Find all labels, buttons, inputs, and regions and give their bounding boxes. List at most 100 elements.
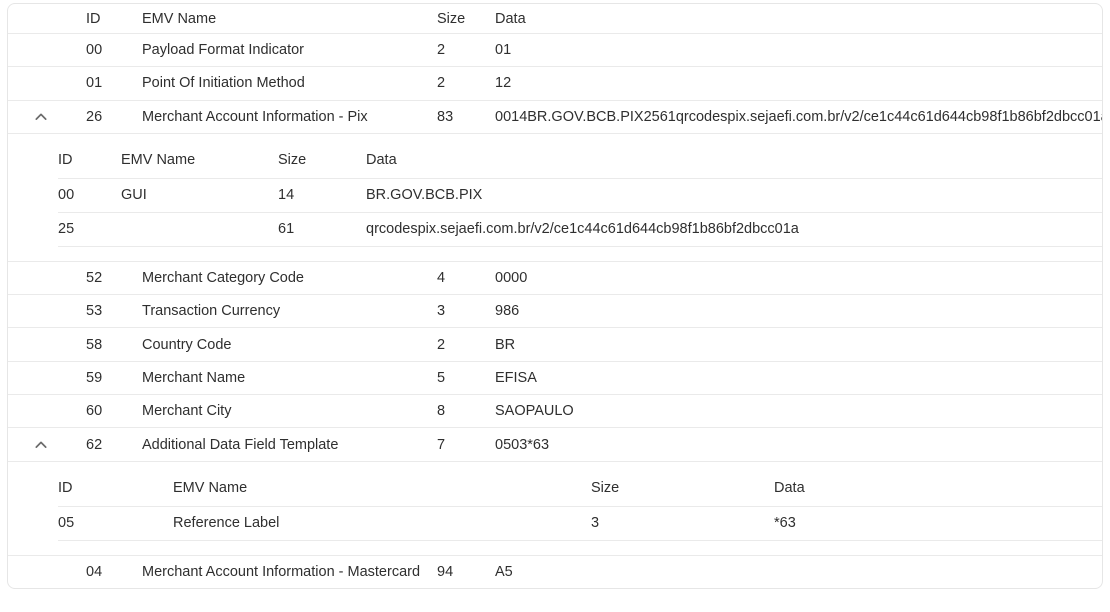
cell-data: EFISA bbox=[495, 361, 1102, 396]
table-header-row: ID EMV Name Size Data bbox=[8, 4, 1102, 34]
cell-emv-name: Merchant Category Code bbox=[142, 261, 437, 296]
chevron-up-icon[interactable] bbox=[33, 109, 49, 125]
column-header-size: Size bbox=[437, 4, 495, 34]
table-row[interactable]: 62 Additional Data Field Template 7 0503… bbox=[8, 427, 1102, 462]
nested-cell-id: 00 bbox=[58, 178, 121, 213]
cell-size: 8 bbox=[437, 394, 495, 429]
chevron-up-icon[interactable] bbox=[33, 437, 49, 453]
nested-column-header-id: ID bbox=[58, 133, 121, 179]
column-header-id: ID bbox=[86, 4, 142, 34]
cell-data: A5 bbox=[495, 563, 513, 580]
nested-column-header-size: Size bbox=[591, 461, 774, 507]
table-row[interactable]: 04 Merchant Account Information - Master… bbox=[8, 555, 1102, 588]
cell-size: 5 bbox=[437, 361, 495, 396]
nested-pad-cell bbox=[8, 462, 58, 507]
row-toggle-cell bbox=[8, 361, 86, 396]
nested-header-row: ID EMV Name Size Data bbox=[8, 133, 1102, 179]
cell-size: 2 bbox=[437, 33, 495, 68]
column-header-data: Data bbox=[495, 4, 1102, 34]
nested-table-row[interactable]: 00 GUI 14 BR.GOV.BCB.PIX bbox=[8, 178, 1102, 213]
nested-pad-cell bbox=[8, 178, 58, 212]
table-row[interactable]: 01 Point Of Initiation Method 2 12 bbox=[8, 66, 1102, 101]
row-toggle-cell[interactable] bbox=[8, 100, 86, 134]
cell-data: BR bbox=[495, 327, 1102, 362]
table-row[interactable]: 26 Merchant Account Information - Pix 83… bbox=[8, 100, 1102, 134]
nested-additional-header: ID EMV Name Size Data bbox=[8, 461, 1102, 507]
cell-id: 04 bbox=[86, 563, 103, 580]
cell-emv-name: Merchant Name bbox=[142, 361, 437, 396]
nested-wrap-pix: ID EMV Name Size Data 00 GUI 14 BR.GOV.B… bbox=[8, 133, 1102, 261]
nested-cell-emv-name bbox=[121, 212, 278, 247]
row-toggle-cell bbox=[8, 261, 86, 296]
nested-table-additional: ID EMV Name Size Data 05 Reference Label… bbox=[8, 461, 1102, 541]
row-toggle-cell bbox=[8, 33, 86, 68]
column-header-emv-name: EMV Name bbox=[142, 4, 437, 34]
table-row[interactable]: 58 Country Code 2 BR bbox=[8, 327, 1102, 362]
cell-size: 2 bbox=[437, 327, 495, 362]
cell-size: 94 bbox=[437, 563, 454, 580]
emv-table-body: 00 Payload Format Indicator 2 01 01 Poin… bbox=[8, 33, 1102, 588]
nested-cell-size: 61 bbox=[278, 212, 366, 247]
cell-id: 58 bbox=[86, 327, 142, 362]
cell-emv-name: Country Code bbox=[142, 327, 437, 362]
nested-cell-data: qrcodespix.sejaefi.com.br/v2/ce1c44c61d6… bbox=[366, 212, 1102, 247]
nested-column-header-id: ID bbox=[58, 461, 173, 507]
row-toggle-cell bbox=[8, 327, 86, 362]
cell-data: 0000 bbox=[495, 261, 1102, 296]
table-row[interactable]: 60 Merchant City 8 SAOPAULO bbox=[8, 394, 1102, 429]
cell-id: 60 bbox=[86, 394, 142, 429]
nested-cell-id: 05 bbox=[58, 506, 173, 541]
nested-additional-body: 05 Reference Label 3 *63 bbox=[8, 506, 1102, 541]
nested-cell-size: 3 bbox=[591, 506, 774, 541]
cell-emv-name: Payload Format Indicator bbox=[142, 33, 437, 68]
header-toggle-spacer bbox=[8, 4, 86, 34]
emv-table-header: ID EMV Name Size Data bbox=[8, 4, 1102, 34]
nested-pix-header: ID EMV Name Size Data bbox=[8, 133, 1102, 179]
nested-cell-data: *63 bbox=[774, 506, 1102, 541]
nested-pix-body: 00 GUI 14 BR.GOV.BCB.PIX 25 61 qrcodespi… bbox=[8, 178, 1102, 247]
table-row[interactable]: 52 Merchant Category Code 4 0000 bbox=[8, 261, 1102, 296]
nested-pad-cell bbox=[8, 134, 58, 179]
nested-header-row: ID EMV Name Size Data bbox=[8, 461, 1102, 507]
cell-id: 62 bbox=[86, 427, 142, 462]
nested-wrap-additional: ID EMV Name Size Data 05 Reference Label… bbox=[8, 461, 1102, 555]
cell-size: 7 bbox=[437, 427, 495, 462]
cell-data: 0014BR.GOV.BCB.PIX2561qrcodespix.sejaefi… bbox=[495, 100, 1102, 134]
cell-data: 986 bbox=[495, 294, 1102, 329]
cell-emv-name: Transaction Currency bbox=[142, 294, 437, 329]
emv-decoder-card: ID EMV Name Size Data 00 Payload Format … bbox=[7, 3, 1103, 589]
nested-table-container-additional: ID EMV Name Size Data 05 Reference Label… bbox=[8, 461, 1102, 556]
cell-id: 52 bbox=[86, 261, 142, 296]
table-row[interactable]: 00 Payload Format Indicator 2 01 bbox=[8, 33, 1102, 68]
nested-column-header-data: Data bbox=[774, 461, 1102, 507]
row-toggle-cell bbox=[8, 66, 86, 101]
row-toggle-cell bbox=[8, 555, 86, 588]
cell-emv-name: Merchant City bbox=[142, 394, 437, 429]
table-row[interactable]: 53 Transaction Currency 3 986 bbox=[8, 294, 1102, 329]
cell-data: SAOPAULO bbox=[495, 394, 1102, 429]
cell-data: 0503*63 bbox=[495, 427, 1102, 462]
nested-column-header-emv-name: EMV Name bbox=[173, 461, 591, 507]
nested-column-header-emv-name: EMV Name bbox=[121, 133, 278, 179]
nested-pad-cell bbox=[8, 506, 58, 540]
nested-column-header-data: Data bbox=[366, 133, 1102, 179]
nested-table-pix: ID EMV Name Size Data 00 GUI 14 BR.GOV.B… bbox=[8, 133, 1102, 247]
row-toggle-cell[interactable] bbox=[8, 427, 86, 462]
nested-cell-emv-name: Reference Label bbox=[173, 506, 591, 541]
table-row[interactable]: 59 Merchant Name 5 EFISA bbox=[8, 361, 1102, 396]
cell-size: 2 bbox=[437, 66, 495, 101]
cell-size: 83 bbox=[437, 100, 495, 134]
nested-cell-data: BR.GOV.BCB.PIX bbox=[366, 178, 1102, 213]
nested-table-row[interactable]: 05 Reference Label 3 *63 bbox=[8, 506, 1102, 541]
nested-table-row[interactable]: 25 61 qrcodespix.sejaefi.com.br/v2/ce1c4… bbox=[8, 212, 1102, 247]
nested-cell-id: 25 bbox=[58, 212, 121, 247]
cell-data: 01 bbox=[495, 33, 1102, 68]
row-toggle-cell bbox=[8, 294, 86, 329]
cell-data: 12 bbox=[495, 66, 1102, 101]
cell-emv-name: Merchant Account Information - Pix bbox=[142, 100, 437, 134]
nested-row-additional: ID EMV Name Size Data 05 Reference Label… bbox=[8, 461, 1102, 556]
cell-emv-name: Point Of Initiation Method bbox=[142, 66, 437, 101]
nested-cell-emv-name: GUI bbox=[121, 178, 278, 213]
nested-cell-size: 14 bbox=[278, 178, 366, 213]
row-toggle-cell bbox=[8, 394, 86, 429]
